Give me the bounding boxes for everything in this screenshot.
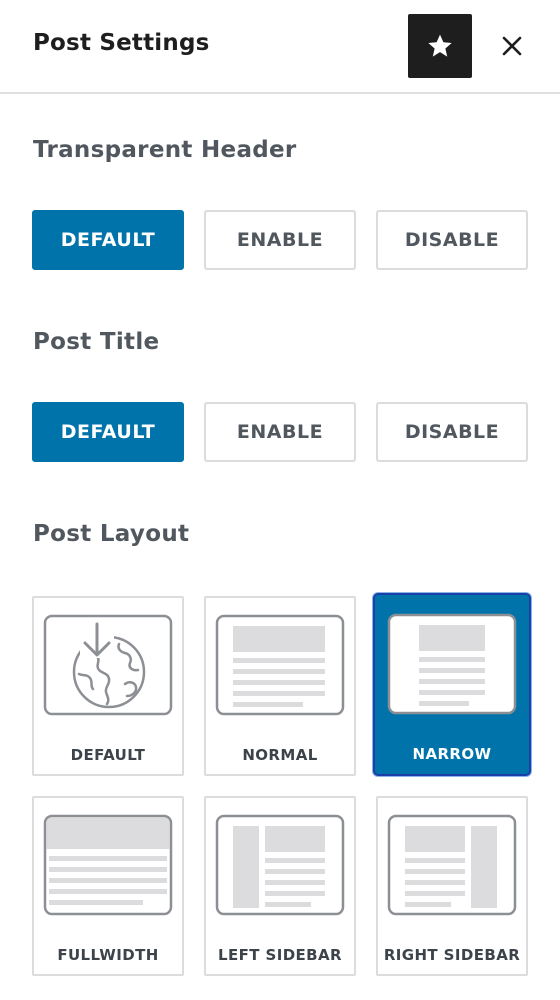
layout-left-sidebar-icon (215, 814, 345, 916)
layout-option-label: FULLWIDTH (57, 946, 159, 964)
layout-option-label: NORMAL (242, 746, 318, 764)
transparent-header-title: Transparent Header (33, 137, 297, 163)
layout-option-default[interactable]: DEFAULT (32, 596, 184, 776)
layout-option-label: DEFAULT (70, 746, 146, 764)
layout-option-right-sidebar[interactable]: RIGHT SIDEBAR (376, 796, 528, 976)
close-button[interactable] (492, 26, 532, 66)
post-layout-title: Post Layout (33, 521, 190, 547)
transparent-header-disable-button[interactable]: DISABLE (376, 210, 528, 270)
layout-option-normal[interactable]: NORMAL (204, 596, 356, 776)
layout-option-label: NARROW (412, 745, 492, 763)
globe-download-icon (43, 614, 173, 716)
post-title-section-title: Post Title (33, 329, 160, 355)
star-button[interactable] (408, 14, 472, 78)
layout-fullwidth-icon (43, 814, 173, 916)
post-title-disable-button[interactable]: DISABLE (376, 402, 528, 462)
layout-option-narrow[interactable]: NARROW (373, 593, 531, 776)
panel-title: Post Settings (33, 30, 210, 56)
close-icon (502, 36, 522, 56)
panel-header: Post Settings (0, 0, 560, 94)
layout-option-label: LEFT SIDEBAR (218, 946, 342, 964)
post-title-default-button[interactable]: DEFAULT (32, 402, 184, 462)
post-title-enable-button[interactable]: ENABLE (204, 402, 356, 462)
layout-right-sidebar-icon (387, 814, 517, 916)
layout-option-left-sidebar[interactable]: LEFT SIDEBAR (204, 796, 356, 976)
layout-option-label: RIGHT SIDEBAR (383, 946, 521, 964)
star-icon (428, 34, 452, 57)
layout-narrow-icon (387, 613, 517, 715)
layout-option-fullwidth[interactable]: FULLWIDTH (32, 796, 184, 976)
layout-normal-icon (215, 614, 345, 716)
transparent-header-default-button[interactable]: DEFAULT (32, 210, 184, 270)
transparent-header-enable-button[interactable]: ENABLE (204, 210, 356, 270)
